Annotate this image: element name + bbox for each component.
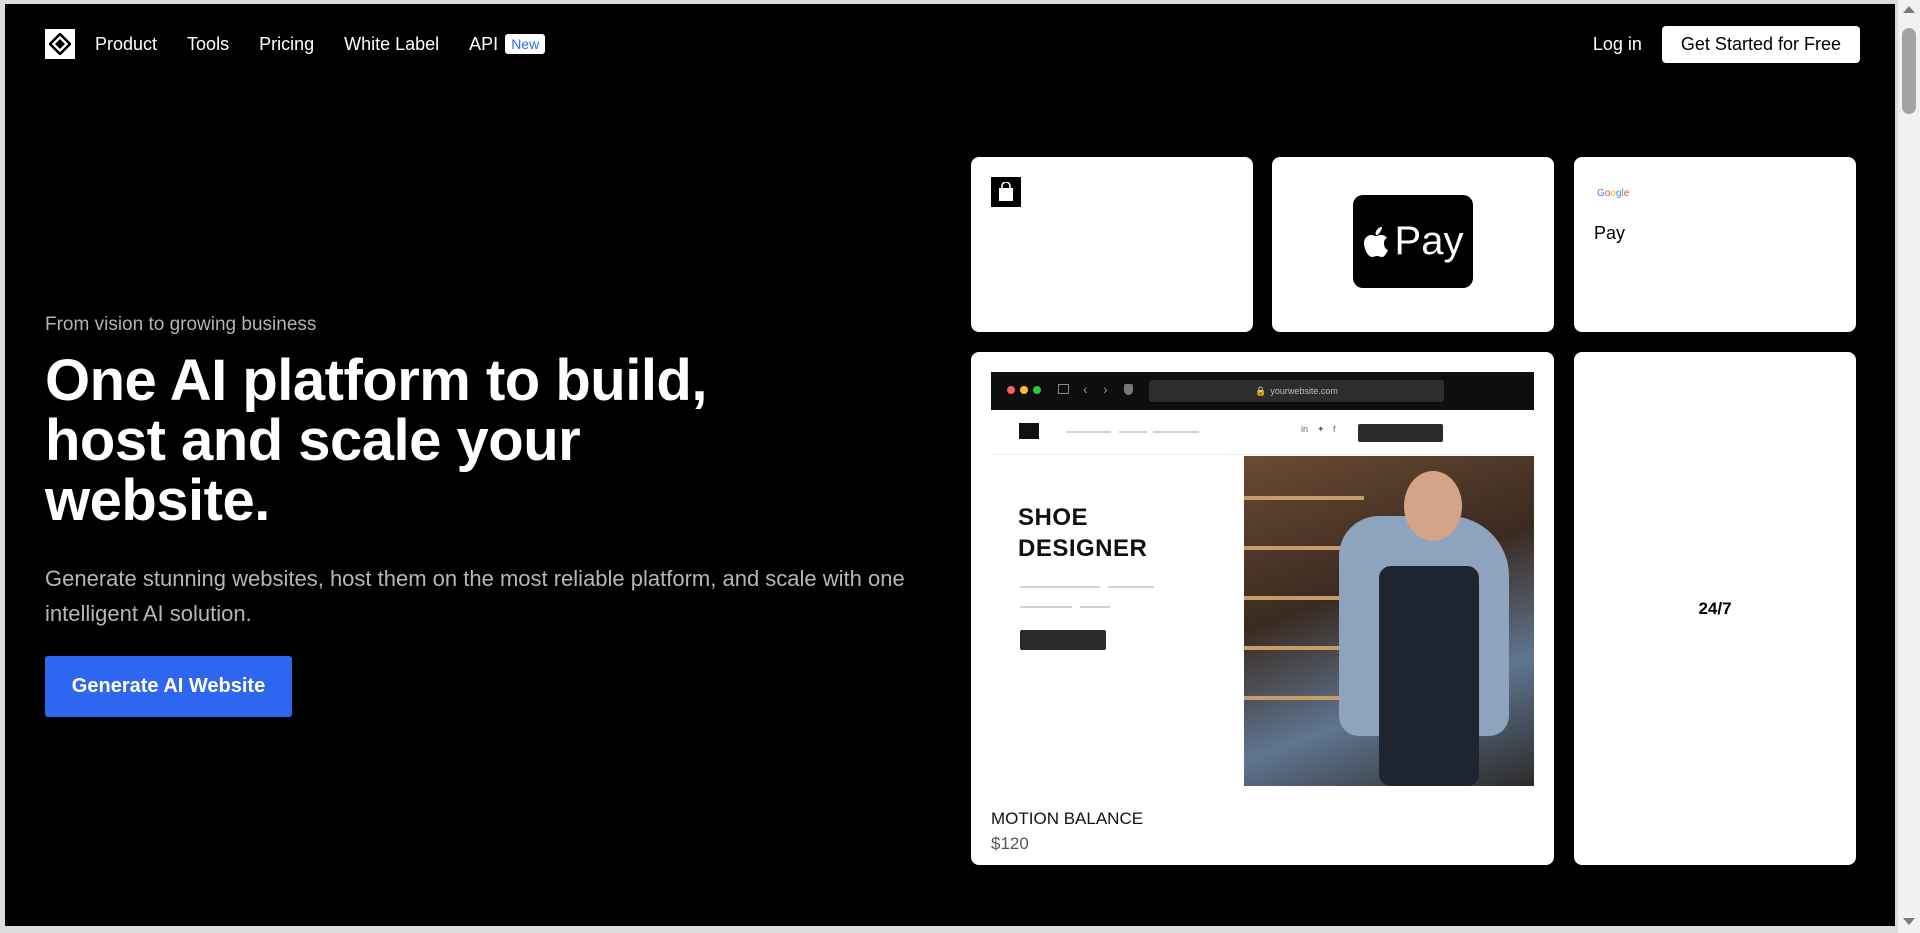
scroll-thumb[interactable]: [1902, 28, 1916, 114]
generate-website-button[interactable]: Generate AI Website: [45, 656, 292, 717]
linkedin-icon: in: [1301, 424, 1309, 434]
apple-pay-logo: Pay: [1353, 195, 1473, 288]
lock-icon: 🔒: [1255, 385, 1267, 396]
facebook-icon: f: [1333, 424, 1336, 434]
hero-subtitle: Generate stunning websites, host them on…: [45, 566, 905, 626]
google-logo: Google: [1597, 188, 1630, 199]
back-arrow-icon: ‹: [1083, 381, 1088, 397]
twitter-icon: ✦: [1317, 424, 1325, 434]
nav-api[interactable]: API New: [469, 33, 546, 55]
apple-icon: [1363, 226, 1388, 257]
url-bar: 🔒 yourwebsite.com: [1149, 380, 1444, 402]
site-nav: in ✦ f: [991, 410, 1534, 455]
person-head: [1404, 471, 1462, 541]
nav-pricing[interactable]: Pricing: [259, 34, 314, 55]
nav-placeholder-line: [1066, 431, 1111, 433]
nav-product[interactable]: Product: [95, 34, 157, 55]
brand-logo[interactable]: [45, 29, 75, 59]
minimize-dot-icon: [1020, 386, 1028, 394]
scroll-up-arrow-icon[interactable]: [1903, 6, 1915, 13]
person-apron: [1379, 566, 1479, 786]
shelf: [1244, 496, 1364, 500]
shopping-card: [971, 157, 1253, 332]
landing-page: Product Tools Pricing White Label API Ne…: [5, 4, 1895, 926]
login-link[interactable]: Log in: [1593, 34, 1642, 55]
availability-card: 24/7: [1574, 352, 1856, 865]
nav-api-label: API: [469, 33, 499, 54]
shield-icon: [1124, 384, 1133, 395]
product-price: $120: [991, 834, 1029, 853]
diamond-logo-icon: [49, 33, 71, 55]
nav-white-label[interactable]: White Label: [344, 34, 439, 55]
maximize-dot-icon: [1033, 386, 1041, 394]
apple-pay-card: Pay: [1272, 157, 1554, 332]
hero-eyebrow: From vision to growing business: [45, 314, 317, 335]
website-preview-card: ‹ › 🔒 yourwebsite.com in ✦ f SHOE DESIGN…: [971, 352, 1554, 865]
top-nav: Product Tools Pricing White Label API Ne…: [45, 24, 1860, 64]
nav-tools[interactable]: Tools: [187, 34, 229, 55]
text-placeholder-line: [1020, 606, 1072, 608]
nav-placeholder-line: [1153, 431, 1199, 433]
google-pay-text: Pay: [1594, 223, 1626, 243]
nav-actions: Log in Get Started for Free: [1593, 25, 1860, 63]
page-scrollbar[interactable]: [1898, 0, 1920, 933]
apple-pay-text: Pay: [1394, 219, 1464, 263]
text-placeholder-line: [1020, 586, 1100, 588]
text-placeholder-line: [1080, 606, 1110, 608]
site-nav-button: [1358, 424, 1443, 442]
scroll-down-arrow-icon[interactable]: [1903, 918, 1915, 925]
site-logo: [1019, 423, 1039, 439]
availability-stat: 24/7: [1698, 598, 1732, 618]
browser-frame: Product Tools Pricing White Label API Ne…: [0, 0, 1920, 933]
nav-placeholder-line: [1119, 431, 1147, 433]
browser-mockup: ‹ › 🔒 yourwebsite.com in ✦ f SHOE DESIGN…: [991, 372, 1534, 786]
sidebar-icon: [1058, 384, 1069, 394]
forward-arrow-icon: ›: [1103, 381, 1108, 397]
product-name: MOTION BALANCE: [991, 809, 1144, 828]
hero-headline: One AI platform to build, host and scale…: [45, 348, 707, 533]
site-cta-placeholder: [1020, 630, 1106, 650]
text-placeholder-line: [1108, 586, 1154, 588]
new-badge: New: [505, 34, 546, 54]
shoe-designer-title: SHOE DESIGNER: [1018, 502, 1147, 564]
title-line-1: SHOE: [1018, 504, 1089, 531]
get-started-button[interactable]: Get Started for Free: [1661, 25, 1860, 63]
title-line-2: DESIGNER: [1018, 535, 1148, 562]
url-text: yourwebsite.com: [1270, 386, 1338, 396]
browser-toolbar: ‹ › 🔒 yourwebsite.com: [991, 372, 1534, 410]
google-pay-card: Google Pay: [1574, 157, 1856, 332]
shopping-bag-icon: [991, 177, 1021, 207]
close-dot-icon: [1007, 386, 1015, 394]
shoemaker-photo: [1244, 456, 1534, 786]
